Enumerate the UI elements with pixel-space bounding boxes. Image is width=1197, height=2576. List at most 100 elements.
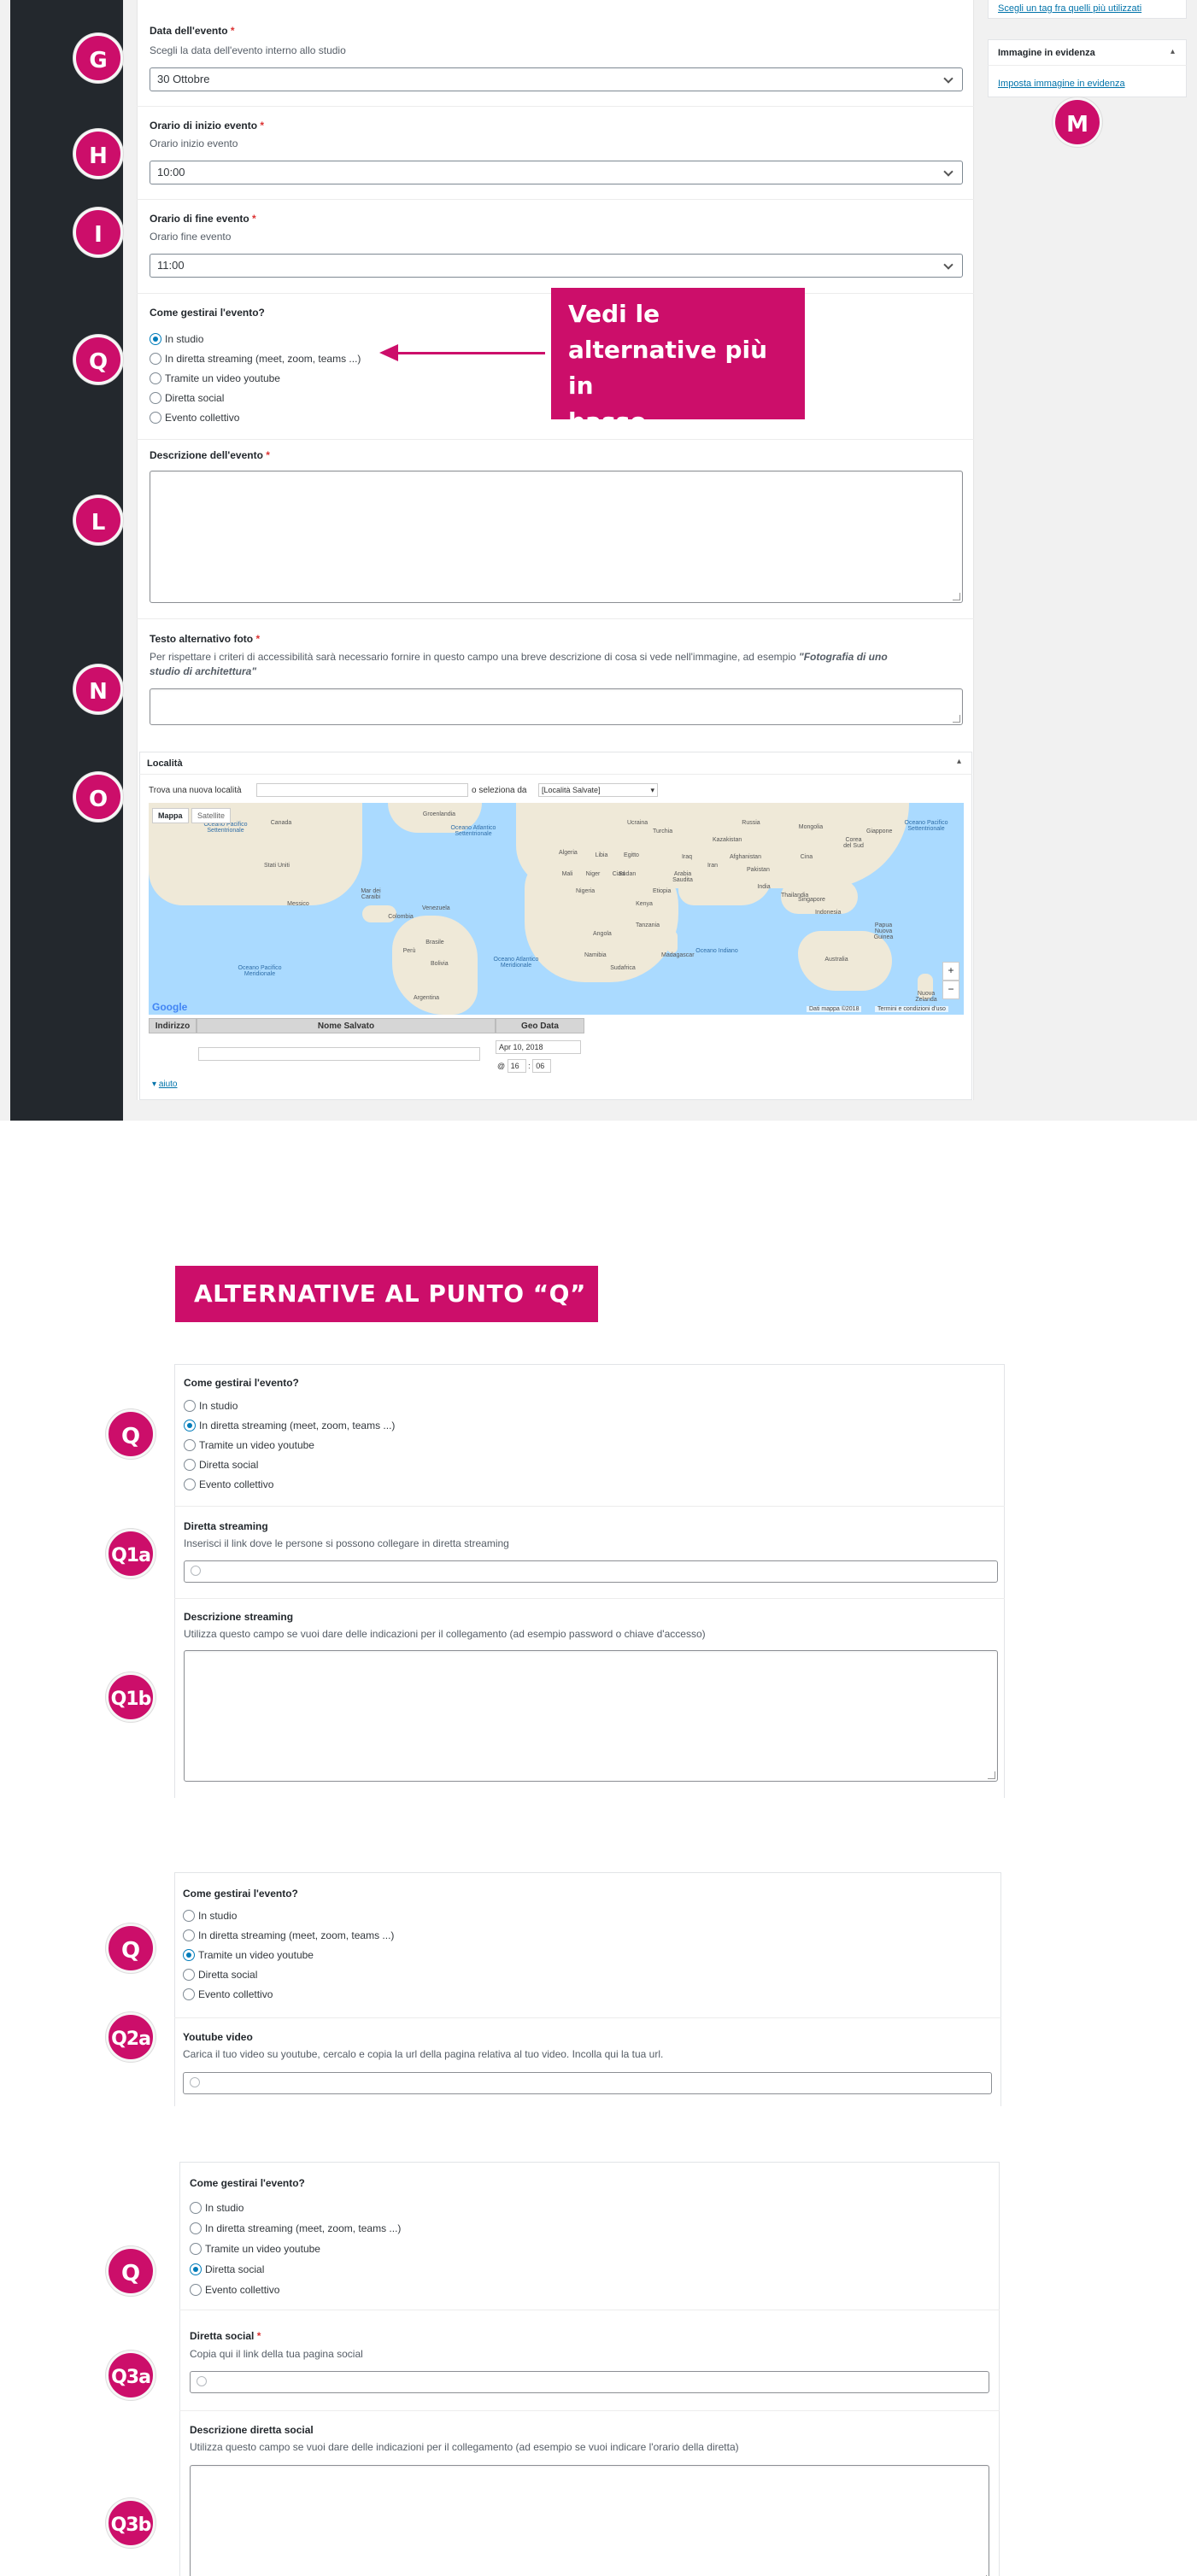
q3-radio-label: Diretta social — [205, 2263, 265, 2275]
manage-radio-option[interactable]: In diretta streaming (meet, zoom, teams … — [150, 351, 361, 366]
q2-radio-button[interactable] — [183, 1988, 195, 2000]
help-link[interactable]: ▾ aiuto — [152, 1080, 178, 1089]
geo-time: @ 16 : 06 — [497, 1059, 552, 1073]
map-zoom-in[interactable]: + — [942, 962, 959, 981]
q1-radio-button[interactable] — [184, 1420, 196, 1431]
alt-text-label: Testo alternativo foto * — [150, 633, 261, 645]
q1-radio-button[interactable] — [184, 1459, 196, 1471]
q2-radio-button[interactable] — [183, 1929, 195, 1941]
q2-radio-option[interactable]: In diretta streaming (meet, zoom, teams … — [183, 1928, 394, 1943]
world-map[interactable]: Oceano Pacifico Settentrionale Oceano Atl… — [149, 803, 964, 1015]
q2-radio-button[interactable] — [183, 1969, 195, 1981]
manage-radio-button[interactable] — [150, 333, 161, 345]
q2-radio-option[interactable]: In studio — [183, 1908, 237, 1923]
q1-radio-label: Tramite un video youtube — [199, 1439, 314, 1451]
q1-radio-button[interactable] — [184, 1400, 196, 1412]
q3-social-url-input[interactable] — [190, 2371, 989, 2393]
map-place-label: Ucraina — [627, 820, 648, 826]
q1-streaming-desc: Inserisci il link dove le persone si pos… — [184, 1537, 509, 1549]
map-place-label: Ciad — [612, 871, 625, 877]
q2-radio-button[interactable] — [183, 1910, 195, 1922]
date-desc: Scegli la data dell'evento interno allo … — [150, 44, 346, 56]
start-time-select[interactable]: 10:00 — [150, 161, 963, 184]
q2-radio-option[interactable]: Diretta social — [183, 1967, 257, 1982]
q1-radio-button[interactable] — [184, 1439, 196, 1451]
manage-radio-option[interactable]: Diretta social — [150, 390, 224, 406]
q3-radio-option[interactable]: In studio — [190, 2200, 244, 2216]
manage-radio-button[interactable] — [150, 353, 161, 365]
map-zoom-out[interactable]: − — [942, 981, 959, 999]
map-place-label: India — [757, 884, 771, 890]
map-place-label: Pakistan — [747, 867, 770, 873]
map-data-credit: Dati mappa ©2018 — [807, 1006, 862, 1012]
q2-radio-label: In studio — [198, 1910, 238, 1922]
manage-radio-option[interactable]: Tramite un video youtube — [150, 371, 280, 386]
map-tab-satellite[interactable]: Satellite — [191, 808, 232, 823]
q1-radio-option[interactable]: In diretta streaming (meet, zoom, teams … — [184, 1418, 395, 1433]
q3-radio-option[interactable]: Diretta social — [190, 2262, 264, 2277]
col-address: Indirizzo — [149, 1018, 197, 1033]
q3-desc-label: Descrizione diretta social — [190, 2424, 314, 2436]
col-saved-name: Nome Salvato — [197, 1018, 496, 1033]
end-time-select[interactable]: 11:00 — [150, 254, 963, 278]
q2-radio-option[interactable]: Evento collettivo — [183, 1987, 273, 2002]
q1-question: Come gestirai l'evento? — [184, 1377, 299, 1389]
saved-locations-select[interactable]: [Località Salvate] ▾ — [538, 783, 658, 797]
map-place-label: Messico — [287, 901, 309, 907]
manage-radio-button[interactable] — [150, 412, 161, 424]
start-time-label: Orario di inizio evento * — [150, 120, 265, 132]
callout-arrow-head — [379, 344, 398, 361]
q3-radio-option[interactable]: In diretta streaming (meet, zoom, teams … — [190, 2221, 401, 2236]
geo-time-minute[interactable]: 06 — [532, 1059, 552, 1073]
find-location-label: Trova una nuova località — [149, 786, 242, 795]
q2-youtube-url-input[interactable] — [183, 2072, 992, 2094]
geo-time-hour[interactable]: 16 — [507, 1059, 526, 1073]
q1-radio-option[interactable]: Evento collettivo — [184, 1477, 273, 1492]
q2-radio-label: Evento collettivo — [198, 1988, 273, 2000]
q3-radio-button[interactable] — [190, 2202, 202, 2214]
q1-radio-option[interactable]: In studio — [184, 1398, 238, 1414]
q3-radio-button[interactable] — [190, 2284, 202, 2296]
q2-radio-label: In diretta streaming (meet, zoom, teams … — [198, 1929, 395, 1941]
q3-radio-option[interactable]: Tramite un video youtube — [190, 2241, 320, 2257]
saved-name-input[interactable] — [198, 1047, 480, 1061]
map-place-label: Oceano Pacifico Meridionale — [238, 965, 282, 977]
q1-desc-textarea[interactable] — [184, 1650, 998, 1782]
set-featured-image-link[interactable]: Imposta immagine in evidenza — [998, 79, 1125, 89]
q2-radio-button[interactable] — [183, 1949, 195, 1961]
marker-N: N — [73, 664, 123, 714]
geo-date-input[interactable]: Apr 10, 2018 — [496, 1040, 581, 1054]
manage-radio-button[interactable] — [150, 392, 161, 404]
q3-desc-textarea[interactable] — [190, 2465, 989, 2576]
find-location-input[interactable] — [256, 783, 468, 797]
map-place-label: Mongolia — [798, 824, 824, 830]
q3-radio-option[interactable]: Evento collettivo — [190, 2282, 279, 2298]
description-textarea[interactable] — [150, 471, 963, 603]
manage-radio-option[interactable]: Evento collettivo — [150, 410, 239, 425]
manage-radio-button[interactable] — [150, 372, 161, 384]
manage-radio-option[interactable]: In studio — [150, 331, 203, 347]
marker-M: M — [1053, 97, 1102, 147]
featured-collapse-icon[interactable]: ▴ — [1171, 47, 1175, 56]
map-place-label: Niger — [585, 871, 601, 877]
map-place-label: Singapore — [798, 897, 825, 903]
q3-radio-button[interactable] — [190, 2243, 202, 2255]
start-time-desc: Orario inizio evento — [150, 138, 238, 149]
map-place-label: Kazakistan — [713, 837, 742, 843]
location-collapse-icon[interactable]: ▴ — [957, 757, 961, 766]
q1-radio-option[interactable]: Diretta social — [184, 1457, 258, 1472]
most-used-tags-link[interactable]: Scegli un tag fra quelli più utilizzati — [998, 3, 1141, 14]
date-select[interactable]: 30 Ottobre — [150, 67, 963, 91]
q2-radio-option[interactable]: Tramite un video youtube — [183, 1947, 314, 1963]
alt-text-textarea[interactable] — [150, 688, 963, 725]
map-place-label: Canada — [270, 820, 292, 826]
map-place-label: Algeria — [559, 850, 578, 856]
q1-streaming-url-input[interactable] — [184, 1560, 998, 1583]
map-tab-map[interactable]: Mappa — [152, 808, 189, 823]
marker-G: G — [73, 33, 123, 83]
q3-radio-button[interactable] — [190, 2263, 202, 2275]
q1-radio-button[interactable] — [184, 1478, 196, 1490]
q3-radio-button[interactable] — [190, 2222, 202, 2234]
q1-radio-option[interactable]: Tramite un video youtube — [184, 1437, 314, 1453]
map-terms-link[interactable]: Termini e condizioni d'uso — [875, 1006, 948, 1012]
